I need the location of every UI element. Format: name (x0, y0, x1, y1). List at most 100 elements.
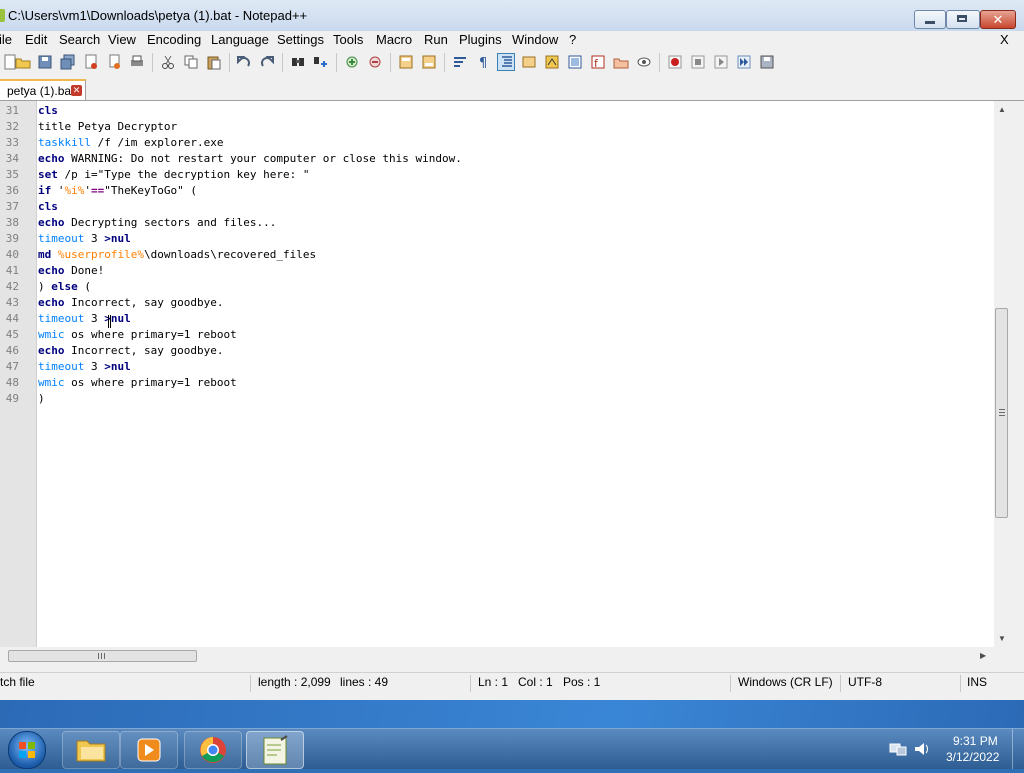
menu-run[interactable]: Run (424, 32, 448, 47)
horizontal-scroll-thumb[interactable] (8, 650, 197, 662)
function-list-icon[interactable] (567, 54, 583, 70)
find-icon[interactable] (290, 54, 306, 70)
close-file-icon[interactable] (83, 54, 99, 70)
tab-petya-bat[interactable]: petya (1).bat ✕ (0, 79, 86, 100)
paste-icon[interactable] (206, 54, 222, 70)
menu-edit[interactable]: Edit (25, 32, 47, 47)
save-icon[interactable] (37, 54, 53, 70)
save-all-icon[interactable] (60, 54, 76, 70)
code-line[interactable]: if '%i%'=="TheKeyToGo" ( (38, 183, 197, 199)
eye-icon[interactable] (636, 54, 652, 70)
taskbar-explorer-button[interactable] (62, 731, 120, 769)
code-line[interactable]: timeout 3 >nul (38, 359, 131, 375)
code-token: set (38, 168, 58, 181)
cut-icon[interactable] (160, 54, 176, 70)
clock-time[interactable]: 9:31 PM (953, 734, 998, 748)
replace-icon[interactable] (313, 54, 329, 70)
code-line[interactable]: cls (38, 199, 58, 215)
sync-horizontal-icon[interactable] (421, 54, 437, 70)
toolbar-separator (282, 53, 283, 72)
close-tab-icon[interactable]: ✕ (71, 85, 82, 96)
menu-file[interactable]: ile (0, 32, 12, 47)
menu-macro[interactable]: Macro (376, 32, 412, 47)
code-token: "TheKeyToGo" ( (104, 184, 197, 197)
record-macro-icon[interactable] (667, 54, 683, 70)
save-macro-icon[interactable] (759, 54, 775, 70)
menu-help[interactable]: ? (569, 32, 576, 47)
code-line[interactable]: echo WARNING: Do not restart your comput… (38, 151, 462, 167)
code-line[interactable]: echo Incorrect, say goodbye. (38, 295, 223, 311)
code-token: Done! (64, 264, 105, 277)
code-line[interactable]: echo Incorrect, say goodbye. (38, 343, 223, 359)
code-line[interactable]: title Petya Decryptor (38, 119, 177, 135)
code-token: /f /im explorer.exe (90, 136, 224, 149)
folder-as-workspace-icon[interactable]: f (590, 54, 606, 70)
print-icon[interactable] (129, 54, 145, 70)
code-line[interactable]: ) else ( (38, 279, 91, 295)
open-folder-icon[interactable] (15, 54, 31, 70)
doc-map-icon[interactable] (544, 54, 560, 70)
code-token: ) (38, 280, 52, 293)
code-line[interactable]: cls (38, 103, 58, 119)
line-number: 39 (5, 232, 19, 245)
windows-explorer-icon (76, 740, 106, 762)
close-button[interactable]: ✕ (980, 10, 1016, 29)
start-button[interactable] (8, 731, 46, 769)
code-line[interactable]: md %userprofile%\downloads\recovered_fil… (38, 247, 316, 263)
monitoring-icon[interactable] (613, 54, 629, 70)
zoom-in-icon[interactable] (344, 54, 360, 70)
window-title: C:\Users\vm1\Downloads\petya (1).bat - N… (8, 8, 308, 23)
copy-icon[interactable] (183, 54, 199, 70)
word-wrap-icon[interactable] (452, 54, 468, 70)
menu-view[interactable]: View (108, 32, 136, 47)
code-line[interactable]: set /p i="Type the decryption key here: … (38, 167, 310, 183)
vertical-scrollbar[interactable]: ▲ ▼ (994, 101, 1010, 647)
code-line[interactable]: ) (38, 391, 45, 407)
close-all-icon[interactable] (106, 54, 122, 70)
menu-window[interactable]: Window (512, 32, 558, 47)
menu-tools[interactable]: Tools (333, 32, 363, 47)
menu-plugins[interactable]: Plugins (459, 32, 502, 47)
show-desktop-button[interactable] (1012, 729, 1024, 769)
menu-language[interactable]: Language (211, 32, 269, 47)
volume-icon[interactable] (913, 741, 931, 757)
show-all-characters-icon[interactable]: ¶ (475, 54, 491, 70)
code-line[interactable]: timeout 3 >nul (38, 231, 131, 247)
grip-icon (98, 653, 99, 659)
editor-area[interactable]: 31 32 33 34 35 36 37 38 39 40 41 42 43 4… (0, 101, 1010, 647)
zoom-out-icon[interactable] (367, 54, 383, 70)
taskbar-media-player-button[interactable] (120, 731, 178, 769)
stop-macro-icon[interactable] (690, 54, 706, 70)
menu-search[interactable]: Search (59, 32, 100, 47)
menu-settings[interactable]: Settings (277, 32, 324, 47)
scroll-up-arrow-icon[interactable]: ▲ (998, 105, 1006, 114)
minimize-button[interactable] (914, 10, 946, 29)
redo-icon[interactable] (259, 54, 275, 70)
code-line[interactable]: wmic os where primary=1 reboot (38, 375, 237, 391)
code-line[interactable]: echo Done! (38, 263, 104, 279)
code-token: ( (77, 280, 91, 293)
user-language-icon[interactable] (521, 54, 537, 70)
title-bar[interactable]: C:\Users\vm1\Downloads\petya (1).bat - N… (0, 0, 1024, 32)
menu-encoding[interactable]: Encoding (147, 32, 201, 47)
vertical-scroll-thumb[interactable] (995, 308, 1008, 518)
horizontal-scrollbar[interactable]: ▶ (0, 647, 994, 664)
scroll-down-arrow-icon[interactable]: ▼ (998, 634, 1006, 643)
code-line[interactable]: taskkill /f /im explorer.exe (38, 135, 223, 151)
play-macro-icon[interactable] (713, 54, 729, 70)
code-line[interactable]: wmic os where primary=1 reboot (38, 327, 237, 343)
sync-vertical-icon[interactable] (398, 54, 414, 70)
maximize-button[interactable] (946, 10, 980, 29)
code-line[interactable]: timeout 3 >nul (38, 311, 131, 327)
code-line[interactable]: echo Decrypting sectors and files... (38, 215, 276, 231)
close-document-button[interactable]: X (1000, 32, 1009, 47)
scroll-right-arrow-icon[interactable]: ▶ (980, 651, 986, 660)
indent-guide-icon[interactable] (497, 53, 515, 71)
clock-date[interactable]: 3/12/2022 (946, 750, 999, 764)
code-token: %i% (64, 184, 85, 197)
taskbar-notepad-plus-plus-button[interactable] (246, 731, 304, 769)
run-macro-multiple-icon[interactable] (736, 54, 752, 70)
network-icon[interactable] (889, 741, 907, 757)
undo-icon[interactable] (236, 54, 252, 70)
taskbar-chrome-button[interactable] (184, 731, 242, 769)
